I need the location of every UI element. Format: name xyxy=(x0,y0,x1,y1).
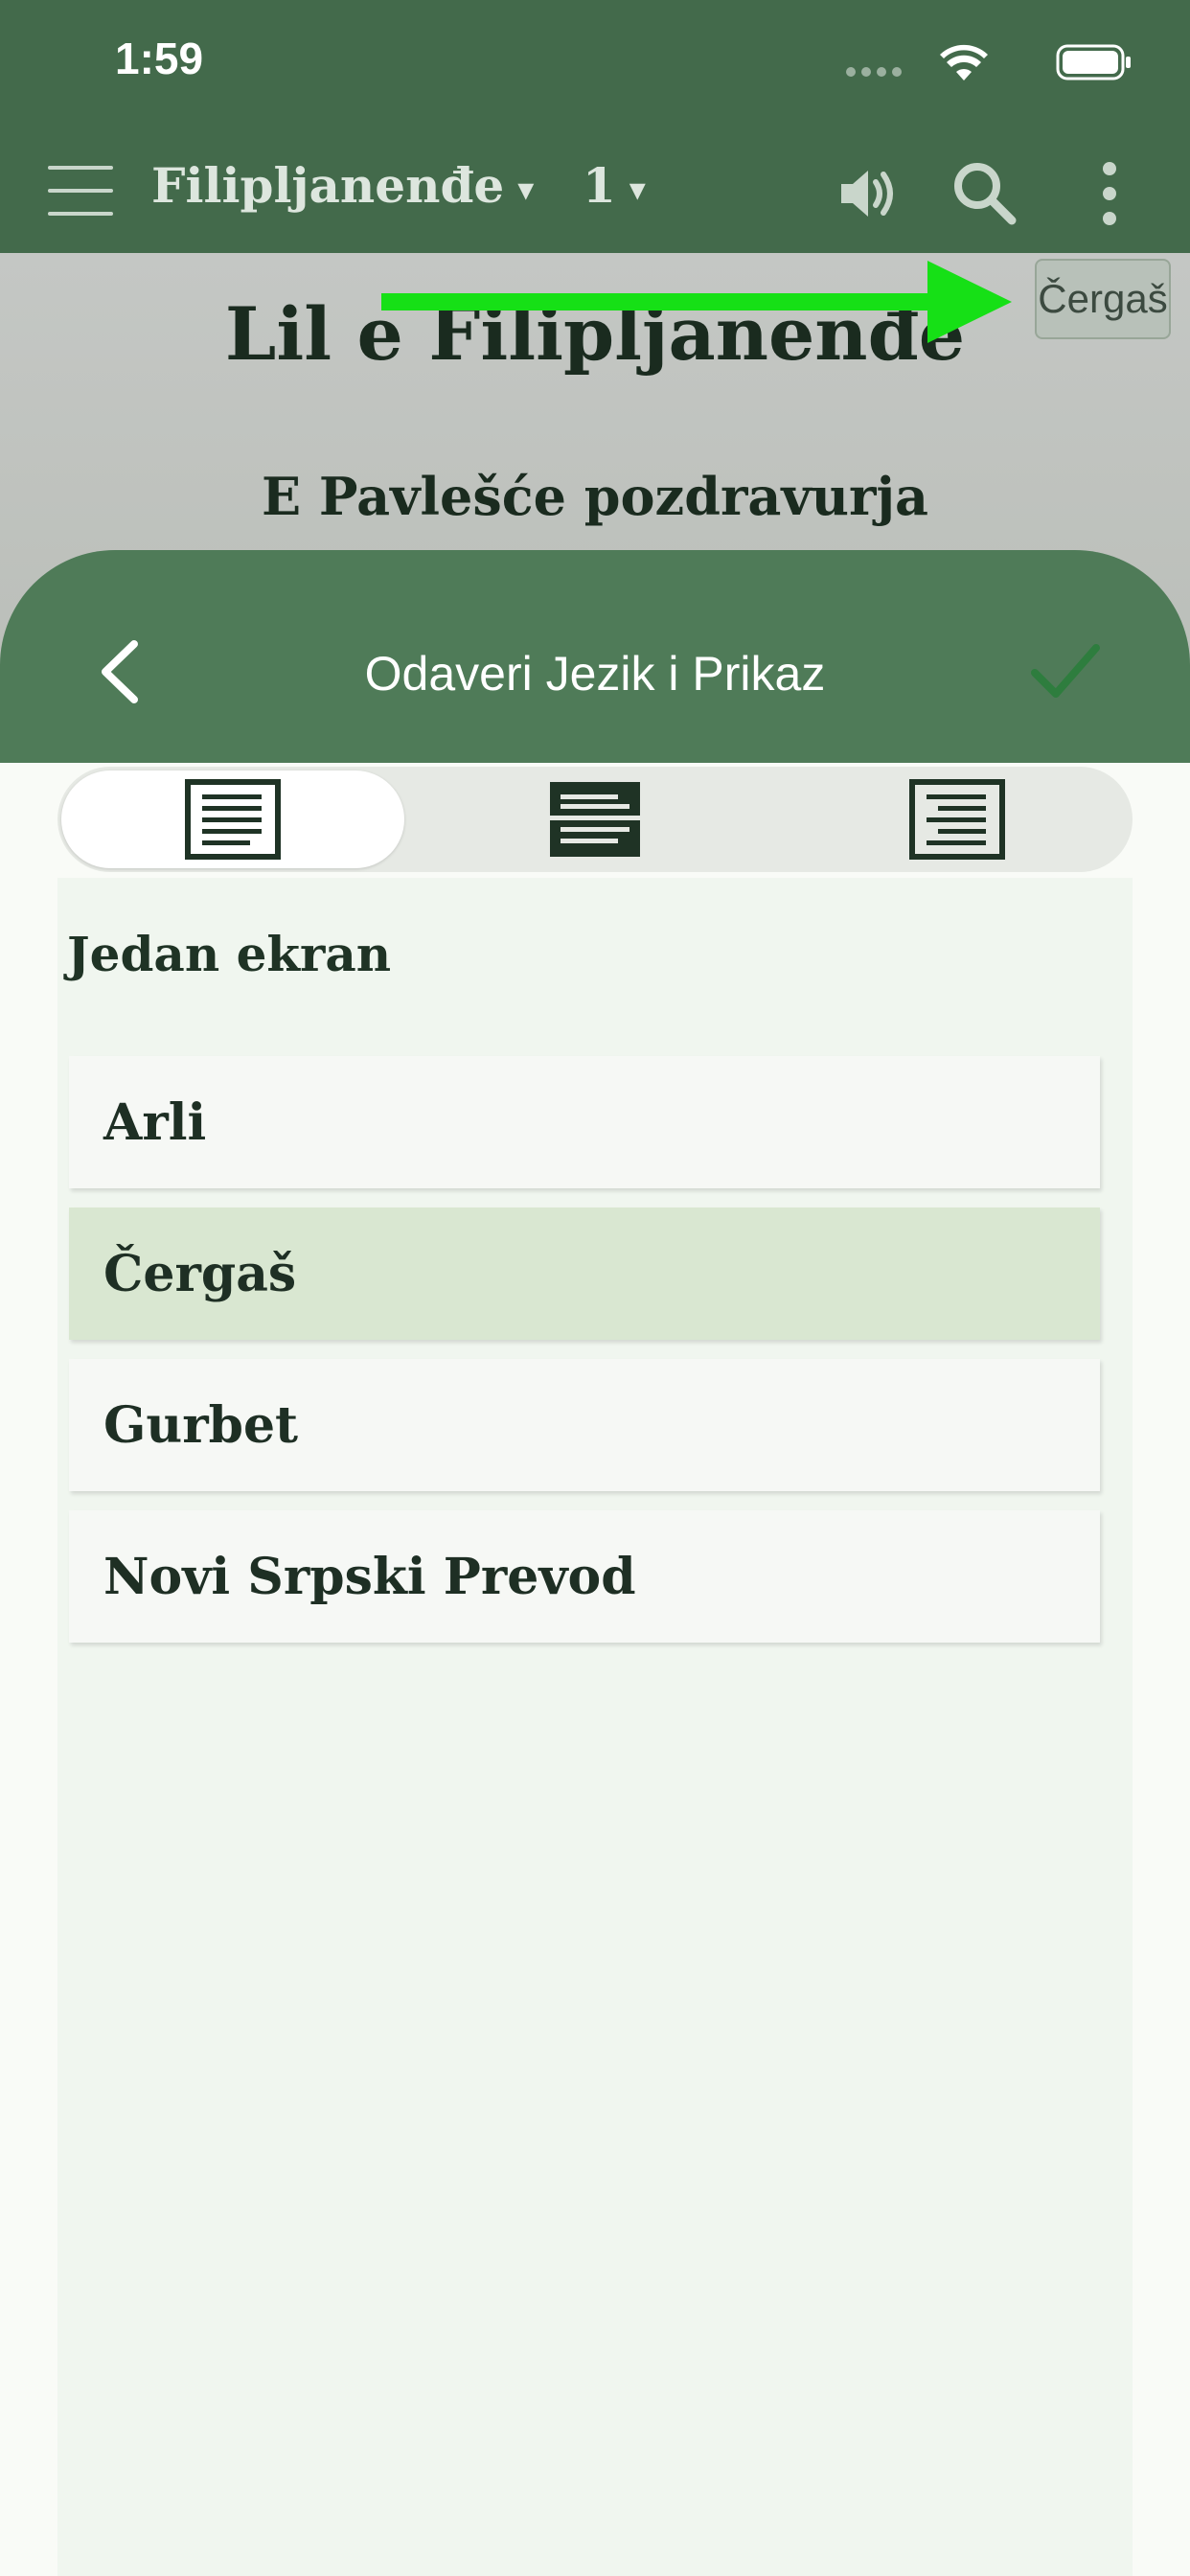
chapter-selector[interactable]: 1 ▾ xyxy=(583,157,646,214)
translation-list-panel: Jedan ekran Arli Čergaš Gurbet Novi Srps… xyxy=(57,878,1133,2576)
single-pane-icon xyxy=(185,779,281,860)
annotation-arrow-icon xyxy=(381,261,1012,343)
more-vertical-icon[interactable] xyxy=(1073,157,1146,230)
app-bar: Filipljanenđe ▾ 1 ▾ xyxy=(0,134,1190,253)
section-heading: E Pavlešće pozdravurja xyxy=(261,466,929,527)
sheet-title: Odaveri Jezik i Prikaz xyxy=(364,647,826,701)
list-item-label: Arli xyxy=(103,1092,207,1152)
list-item-cergas[interactable]: Čergaš xyxy=(69,1208,1100,1340)
list-item-label: Gurbet xyxy=(103,1395,299,1455)
split-pane-icon xyxy=(550,782,640,857)
search-icon[interactable] xyxy=(949,157,1021,230)
hamburger-icon[interactable] xyxy=(48,166,113,219)
signal-icon xyxy=(846,67,902,77)
chapter-number: 1 xyxy=(583,157,616,214)
book-selector[interactable]: Filipljanenđe ▾ xyxy=(151,157,534,214)
chevron-down-icon: ▾ xyxy=(629,171,646,209)
section-label: Jedan ekran xyxy=(67,926,392,982)
sheet-body: Jedan ekran Arli Čergaš Gurbet Novi Srps… xyxy=(0,763,1190,2576)
sheet-header: Odaveri Jezik i Prikaz xyxy=(0,550,1190,763)
wifi-icon xyxy=(940,44,988,80)
segment-single-pane[interactable] xyxy=(61,770,404,868)
language-chip[interactable]: Čergaš xyxy=(1035,259,1171,339)
chevron-down-icon: ▾ xyxy=(517,171,535,209)
layout-segmented-control xyxy=(57,767,1133,872)
list-item-label: Čergaš xyxy=(103,1244,297,1303)
segment-verse-layout[interactable] xyxy=(786,770,1129,868)
battery-icon xyxy=(1056,44,1131,80)
list-item-label: Novi Srpski Prevod xyxy=(103,1547,636,1606)
speaker-icon[interactable] xyxy=(832,157,904,230)
list-item-novi-srpski-prevod[interactable]: Novi Srpski Prevod xyxy=(69,1510,1100,1643)
verse-layout-icon xyxy=(909,779,1005,860)
status-time: 1:59 xyxy=(115,34,204,83)
status-bar: 1:59 xyxy=(0,0,1190,134)
book-name: Filipljanenđe xyxy=(151,157,505,214)
segment-split-pane[interactable] xyxy=(423,770,767,868)
list-item-arli[interactable]: Arli xyxy=(69,1056,1100,1188)
check-icon[interactable] xyxy=(1027,638,1104,705)
list-item-gurbet[interactable]: Gurbet xyxy=(69,1359,1100,1491)
